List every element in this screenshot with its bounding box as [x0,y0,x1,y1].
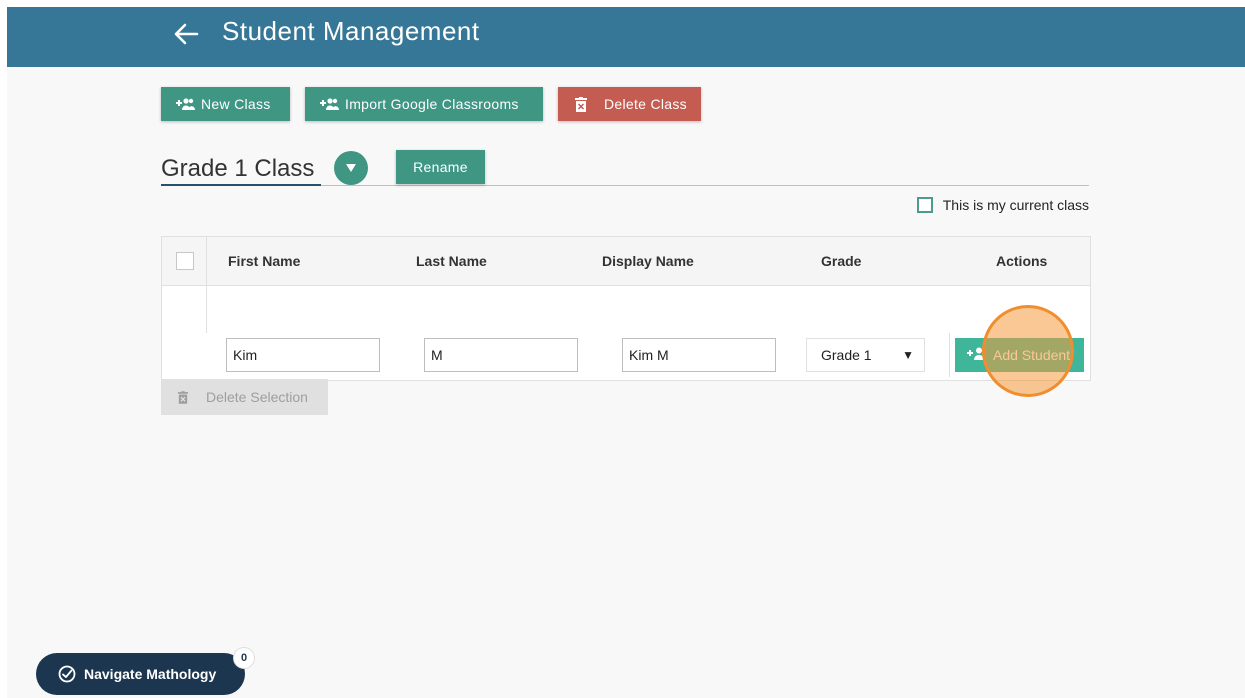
new-class-label: New Class [201,96,271,112]
add-student-button[interactable]: Add Student [955,338,1084,372]
grade-select[interactable]: Grade 1 ▼ [806,338,925,372]
rename-label: Rename [413,159,468,175]
current-class-toggle: This is my current class [916,197,1089,213]
add-group-icon [315,97,345,111]
add-person-icon [965,347,987,363]
grade-select-value: Grade 1 [821,347,872,363]
column-display-name[interactable]: Display Name [602,253,694,269]
delete-class-label: Delete Class [604,96,687,112]
import-google-classrooms-button[interactable]: Import Google Classrooms [305,87,543,121]
check-circle-icon [58,665,76,683]
import-google-classrooms-label: Import Google Classrooms [345,96,519,112]
column-separator [949,333,950,377]
column-grade[interactable]: Grade [821,253,861,269]
navigate-mathology-label: Navigate Mathology [84,666,217,682]
arrow-left-icon [174,23,199,45]
last-name-input[interactable] [424,338,578,372]
select-all-checkbox[interactable] [176,252,194,270]
delete-selection-button[interactable]: Delete Selection [161,379,328,415]
class-dropdown-button[interactable] [334,151,368,185]
column-first-name[interactable]: First Name [228,253,300,269]
column-last-name[interactable]: Last Name [416,253,487,269]
class-title: Grade 1 Class [161,155,315,182]
column-actions: Actions [996,253,1048,269]
display-name-input[interactable] [622,338,776,372]
back-button[interactable] [169,17,203,51]
column-separator [206,237,207,285]
navigate-mathology-button[interactable]: Navigate Mathology [36,653,245,695]
students-table: First Name Last Name Display Name Grade … [161,236,1091,381]
triangle-down-icon: ▼ [902,348,914,362]
column-separator [206,285,207,333]
new-class-button[interactable]: New Class [161,87,290,121]
add-group-icon [171,97,201,111]
delete-bin-icon [178,390,188,404]
current-class-label: This is my current class [942,197,1089,213]
delete-bin-icon [570,96,592,112]
app-header: Student Management [7,7,1245,67]
notification-badge: 0 [234,648,254,668]
page-title: Student Management [222,16,480,46]
divider [321,185,1089,186]
current-class-checkbox[interactable] [916,197,933,213]
class-title-underline [161,184,321,186]
page: Student Management New Class Import Goog… [7,7,1245,698]
rename-button[interactable]: Rename [396,150,485,184]
delete-selection-label: Delete Selection [206,389,308,405]
triangle-down-icon [346,164,356,172]
delete-class-button[interactable]: Delete Class [558,87,701,121]
add-student-label: Add Student [993,347,1071,363]
first-name-input[interactable] [226,338,380,372]
table-header: First Name Last Name Display Name Grade … [162,237,1090,286]
